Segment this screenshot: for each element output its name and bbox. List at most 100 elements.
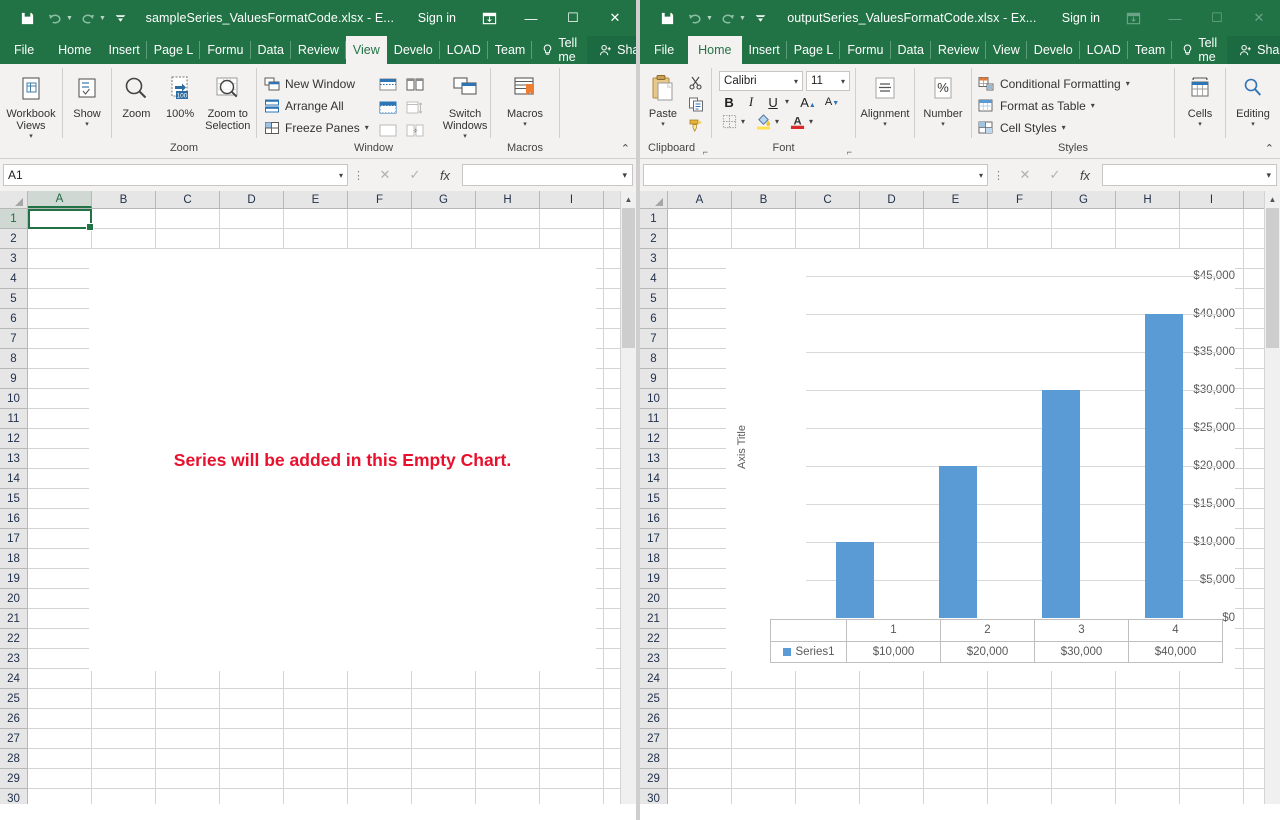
vertical-scroll-thumb-right[interactable] (1266, 208, 1279, 348)
column-header-G-left[interactable]: G (412, 191, 476, 208)
chart-object[interactable]: Axis Title $45,000 $40,000 $35,000 $30,0… (726, 249, 1235, 671)
row-header-14-right[interactable]: 14 (640, 469, 668, 489)
bar-series1-cat4[interactable] (1145, 314, 1183, 618)
font-color-icon[interactable]: A (787, 113, 807, 130)
row-header-17-left[interactable]: 17 (0, 529, 28, 549)
formula-input-left[interactable]: ▾ (462, 164, 633, 186)
borders-caret-icon[interactable]: ▾ (741, 117, 745, 125)
row-header-24-left[interactable]: 24 (0, 669, 28, 689)
tab-formulas[interactable]: Formu (840, 36, 891, 64)
underline-caret-icon[interactable]: ▾ (785, 98, 789, 106)
select-all-corner-right[interactable] (640, 191, 668, 208)
row-header-26-right[interactable]: 26 (640, 709, 668, 729)
value-axis-title[interactable]: Axis Title (736, 417, 748, 477)
row-header-17-right[interactable]: 17 (640, 529, 668, 549)
underline-button[interactable]: U (763, 95, 783, 110)
enter-icon-right[interactable]: ✓ (1040, 167, 1070, 183)
row-header-23-left[interactable]: 23 (0, 649, 28, 669)
cells-area-right[interactable]: Axis Title $45,000 $40,000 $35,000 $30,0… (668, 209, 1280, 804)
insert-function-icon-left[interactable]: fx (430, 168, 460, 183)
row-header-7-right[interactable]: 7 (640, 329, 668, 349)
formula-input-right[interactable]: ▾ (1102, 164, 1277, 186)
name-box-chevron-down-icon-left[interactable]: ▾ (339, 171, 343, 180)
tab-insert[interactable]: Insert (742, 36, 787, 64)
switch-windows-caret-icon[interactable]: ▾ (463, 133, 467, 140)
scroll-up-arrow-right[interactable]: ▲ (1265, 191, 1280, 208)
scroll-up-arrow-left[interactable]: ▲ (621, 191, 636, 208)
column-header-I-right[interactable]: I (1180, 191, 1244, 208)
data-table-legend-series1[interactable]: Series1 (771, 641, 847, 662)
row-header-22-right[interactable]: 22 (640, 629, 668, 649)
row-header-1-right[interactable]: 1 (640, 209, 668, 229)
new-window-button[interactable]: New Window (260, 73, 374, 94)
column-header-H-right[interactable]: H (1116, 191, 1180, 208)
switch-windows-button[interactable]: Switch Windows ▾ (443, 69, 487, 140)
cancel-icon-right[interactable]: ✕ (1010, 167, 1040, 183)
customize-qat-chevron-down-icon[interactable] (108, 6, 134, 30)
cell-styles-caret-icon[interactable]: ▾ (1062, 123, 1066, 131)
row-header-21-right[interactable]: 21 (640, 609, 668, 629)
row-header-23-right[interactable]: 23 (640, 649, 668, 669)
sign-in-button-right[interactable]: Sign in (1050, 11, 1112, 25)
column-header-A-right[interactable]: A (668, 191, 732, 208)
select-all-corner-left[interactable] (0, 191, 28, 208)
row-header-20-right[interactable]: 20 (640, 589, 668, 609)
column-header-H-left[interactable]: H (476, 191, 540, 208)
row-header-15-right[interactable]: 15 (640, 489, 668, 509)
name-box-chevron-down-icon-right[interactable]: ▾ (979, 171, 983, 180)
row-header-30-right[interactable]: 30 (640, 789, 668, 804)
zoom-100-button[interactable]: 100 100% (159, 69, 202, 120)
ribbon-display-options-icon[interactable] (1112, 0, 1154, 36)
column-header-E-left[interactable]: E (284, 191, 348, 208)
scissors-icon[interactable] (684, 74, 708, 92)
workbook-views-caret-icon[interactable]: ▾ (29, 133, 33, 140)
conditional-formatting-button[interactable]: Conditional Formatting ▾ (975, 73, 1135, 94)
bar-series1-cat2[interactable] (939, 466, 977, 618)
vertical-scrollbar-right[interactable]: ▲ (1264, 191, 1280, 804)
tab-developer[interactable]: Develo (387, 36, 440, 64)
row-header-8-left[interactable]: 8 (0, 349, 28, 369)
cells-button[interactable]: Cells ▾ (1178, 69, 1222, 128)
row-header-18-left[interactable]: 18 (0, 549, 28, 569)
save-icon[interactable] (654, 6, 680, 30)
minimize-button-right[interactable]: — (1154, 0, 1196, 36)
row-header-16-right[interactable]: 16 (640, 509, 668, 529)
cell-styles-button[interactable]: Cell Styles ▾ (975, 117, 1135, 138)
row-header-21-left[interactable]: 21 (0, 609, 28, 629)
row-header-25-left[interactable]: 25 (0, 689, 28, 709)
tab-page-layout[interactable]: Page L (147, 36, 201, 64)
enter-icon-left[interactable]: ✓ (400, 167, 430, 183)
show-caret-icon[interactable]: ▾ (85, 121, 89, 128)
row-header-2-right[interactable]: 2 (640, 229, 668, 249)
name-box-left[interactable]: A1 ▾ (3, 164, 348, 186)
row-header-9-right[interactable]: 9 (640, 369, 668, 389)
redo-dropdown-caret[interactable]: ▼ (99, 15, 106, 22)
undo-icon[interactable] (42, 6, 68, 30)
row-header-13-left[interactable]: 13 (0, 449, 28, 469)
paste-button[interactable]: Paste ▾ (643, 69, 683, 128)
show-button[interactable]: Show ▾ (66, 69, 108, 128)
tell-me-box-right[interactable]: Tell me (1172, 36, 1227, 64)
format-as-table-caret-icon[interactable]: ▾ (1091, 101, 1095, 109)
save-icon[interactable] (14, 6, 40, 30)
shrink-font-button[interactable]: A▼ (821, 96, 843, 108)
freeze-panes-button[interactable]: Freeze Panes ▾ (260, 117, 374, 138)
number-button[interactable]: % Number ▾ (918, 69, 968, 128)
column-header-D-left[interactable]: D (220, 191, 284, 208)
cells-caret-icon[interactable]: ▾ (1198, 121, 1202, 128)
alignment-button[interactable]: Alignment ▾ (859, 69, 911, 128)
tab-loadtest[interactable]: LOAD (440, 36, 488, 64)
tell-me-box-left[interactable]: Tell me (532, 36, 587, 64)
formula-bar-resize-grip-right[interactable]: ⋮ (988, 169, 1010, 182)
synchronous-scrolling-icon[interactable] (402, 97, 428, 118)
row-header-6-left[interactable]: 6 (0, 309, 28, 329)
column-header-C-left[interactable]: C (156, 191, 220, 208)
row-header-4-left[interactable]: 4 (0, 269, 28, 289)
tab-home[interactable]: Home (688, 36, 742, 64)
zoom-to-selection-button[interactable]: Zoom to Selection (203, 69, 254, 132)
close-button-right[interactable]: ✕ (1238, 0, 1280, 36)
bar-series1-cat3[interactable] (1042, 390, 1080, 618)
macros-button[interactable]: Macros ▾ (496, 69, 554, 128)
row-header-13-right[interactable]: 13 (640, 449, 668, 469)
fill-color-caret-icon[interactable]: ▾ (775, 117, 779, 125)
